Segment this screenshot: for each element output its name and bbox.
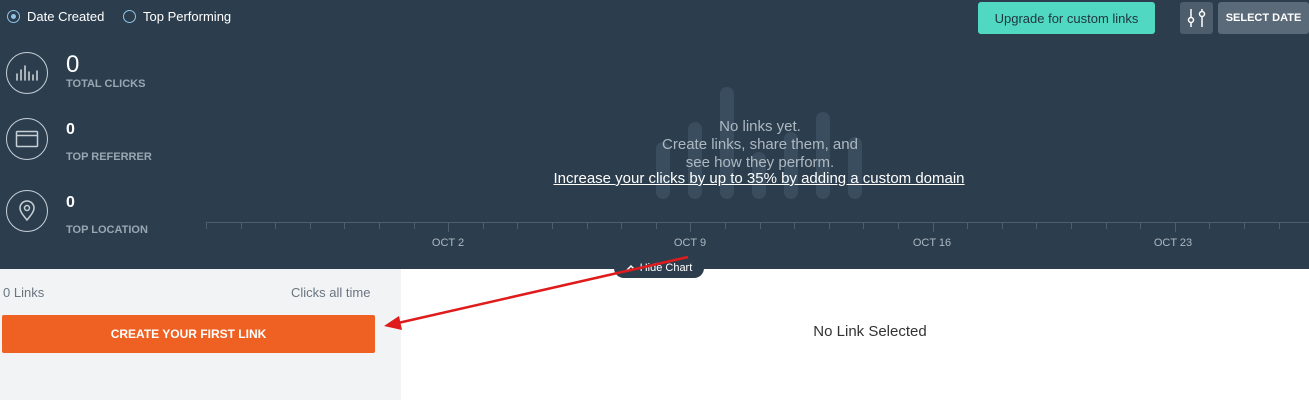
annotation-arrow [384,255,689,330]
